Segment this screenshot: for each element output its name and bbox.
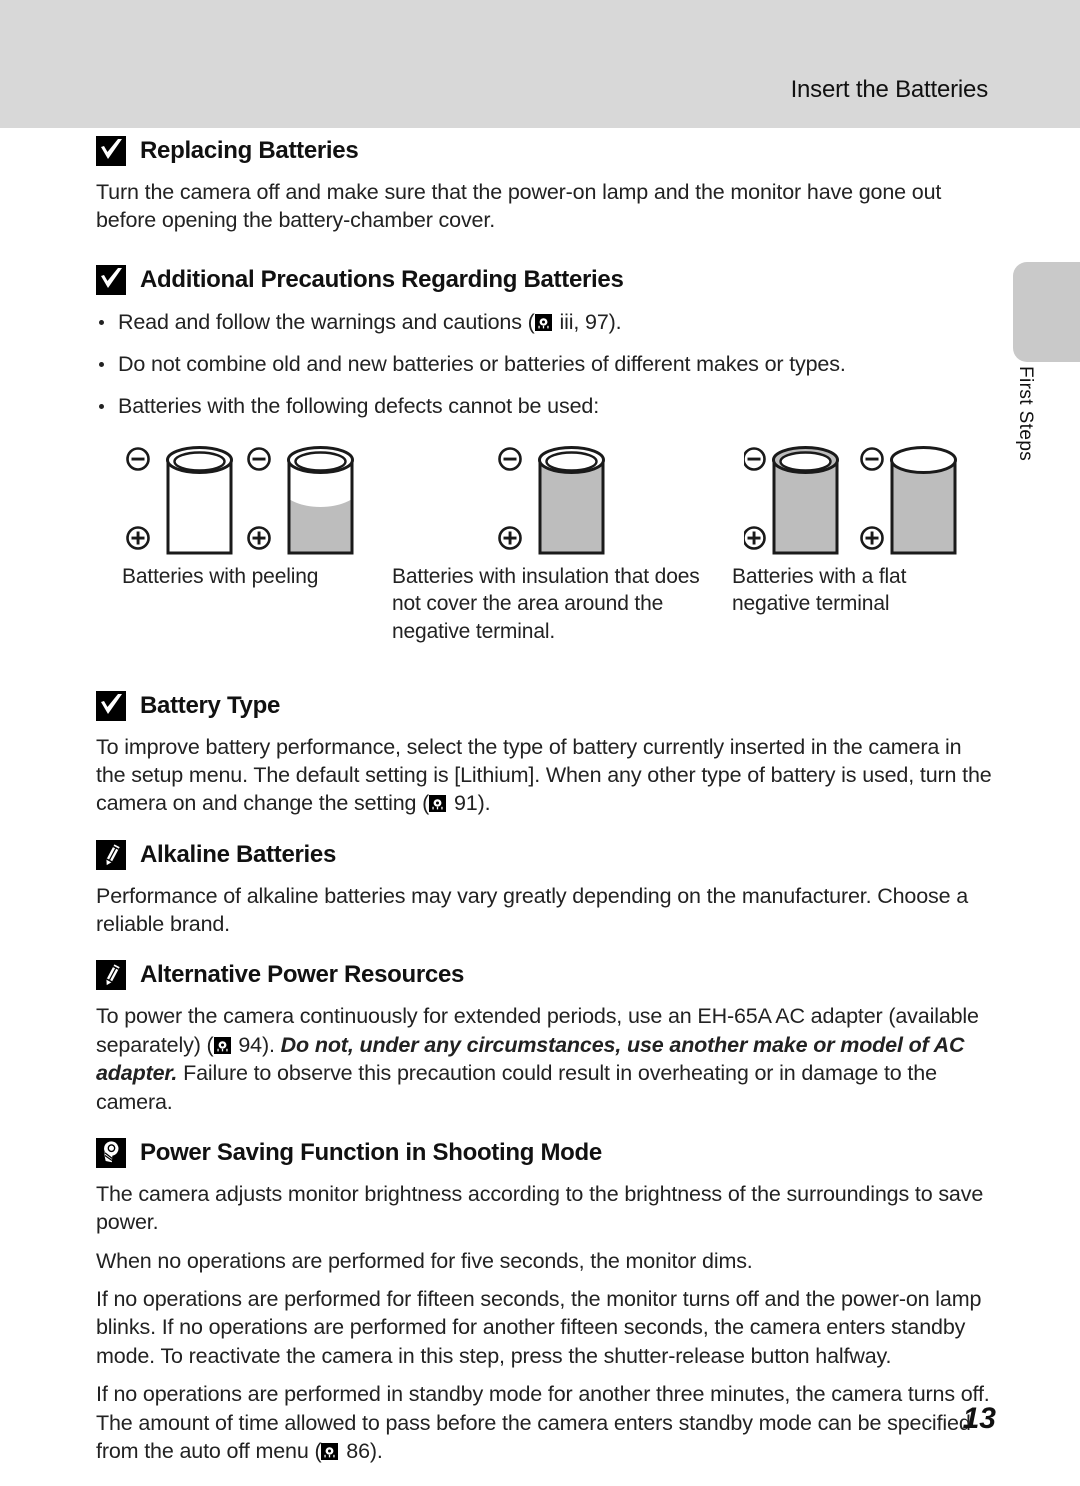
section-title: Alternative Power Resources xyxy=(140,961,465,989)
section-title: Power Saving Function in Shooting Mode xyxy=(140,1138,602,1166)
list-item: Do not combine old and new batteries or … xyxy=(96,351,992,379)
bullet-text-post: iii, 97). xyxy=(553,309,622,334)
section-heading-additional-precautions: Additional Precautions Regarding Batteri… xyxy=(96,264,992,295)
book-reference-icon xyxy=(321,1442,339,1460)
section-title: Replacing Batteries xyxy=(140,137,359,164)
battery-group-flat-terminal xyxy=(742,439,994,562)
book-reference-icon xyxy=(213,1036,231,1054)
caution-check-icon xyxy=(96,264,126,295)
section-paragraph: Turn the camera off and make sure that t… xyxy=(96,180,942,233)
side-tab-marker xyxy=(1013,262,1080,362)
list-item: Batteries with the following defects can… xyxy=(96,393,992,421)
section-heading-alternative-power: Alternative Power Resources xyxy=(96,960,992,991)
note-pencil-icon xyxy=(96,960,126,991)
figure-caption: Batteries with peeling xyxy=(122,564,319,588)
bullet-text: Batteries with the following defects can… xyxy=(118,393,600,418)
precautions-bullet-list: Read and follow the warnings and caution… xyxy=(96,309,992,421)
book-reference-icon xyxy=(429,795,447,813)
paragraph-text-b: 94). xyxy=(232,1032,281,1057)
side-tab-label: First Steps xyxy=(1015,366,1036,462)
section-paragraph: To power the camera continuously for ext… xyxy=(96,1002,992,1116)
caution-check-icon xyxy=(96,136,126,166)
paragraph-tail: 91). xyxy=(448,791,491,816)
battery-group-insulation xyxy=(496,439,636,562)
figure-caption: Batteries with a flat negative terminal xyxy=(732,564,907,616)
bullet-text: Do not combine old and new batteries or … xyxy=(118,351,846,376)
section-heading-replacing-batteries: Replacing Batteries xyxy=(96,136,992,166)
paragraph-text-a: If no operations are performed in standb… xyxy=(96,1382,990,1463)
paragraph-text: To improve battery performance, select t… xyxy=(96,734,992,816)
paragraph-text-b: 86). xyxy=(340,1438,383,1463)
section-title: Additional Precautions Regarding Batteri… xyxy=(140,265,624,293)
caution-check-icon xyxy=(96,690,126,721)
page-number: 13 xyxy=(962,1402,996,1435)
lightbulb-tip-icon xyxy=(96,1137,126,1168)
section-paragraph: The camera adjusts monitor brightness ac… xyxy=(96,1181,984,1235)
paragraph-text-c: Failure to observe this precaution could… xyxy=(96,1061,937,1114)
defective-batteries-figure: Batteries with peeling Batteries with in… xyxy=(96,439,992,669)
section-paragraph: Performance of alkaline batteries may va… xyxy=(96,883,969,937)
figure-caption: Batteries with insulation that does not … xyxy=(392,564,700,643)
bullet-text-pre: Read and follow the warnings and caution… xyxy=(118,309,535,334)
section-paragraph: To improve battery performance, select t… xyxy=(96,733,992,818)
section-heading-power-saving: Power Saving Function in Shooting Mode xyxy=(96,1137,992,1168)
section-heading-alkaline-batteries: Alkaline Batteries xyxy=(96,839,992,870)
battery-group-peeling xyxy=(124,439,374,562)
section-paragraph: When no operations are performed for fiv… xyxy=(96,1248,753,1273)
section-heading-battery-type: Battery Type xyxy=(96,690,992,721)
section-paragraph: If no operations are performed in standb… xyxy=(96,1380,992,1465)
section-paragraph: If no operations are performed for fifte… xyxy=(96,1287,982,1368)
note-pencil-icon xyxy=(96,839,126,870)
page-header-band xyxy=(0,0,1080,128)
list-item: Read and follow the warnings and caution… xyxy=(96,309,992,337)
page-content: Replacing Batteries Turn the camera off … xyxy=(96,136,992,1465)
page-header-title: Insert the Batteries xyxy=(790,76,989,103)
section-title: Battery Type xyxy=(140,691,281,719)
section-title: Alkaline Batteries xyxy=(140,840,337,868)
book-reference-icon xyxy=(534,313,552,331)
